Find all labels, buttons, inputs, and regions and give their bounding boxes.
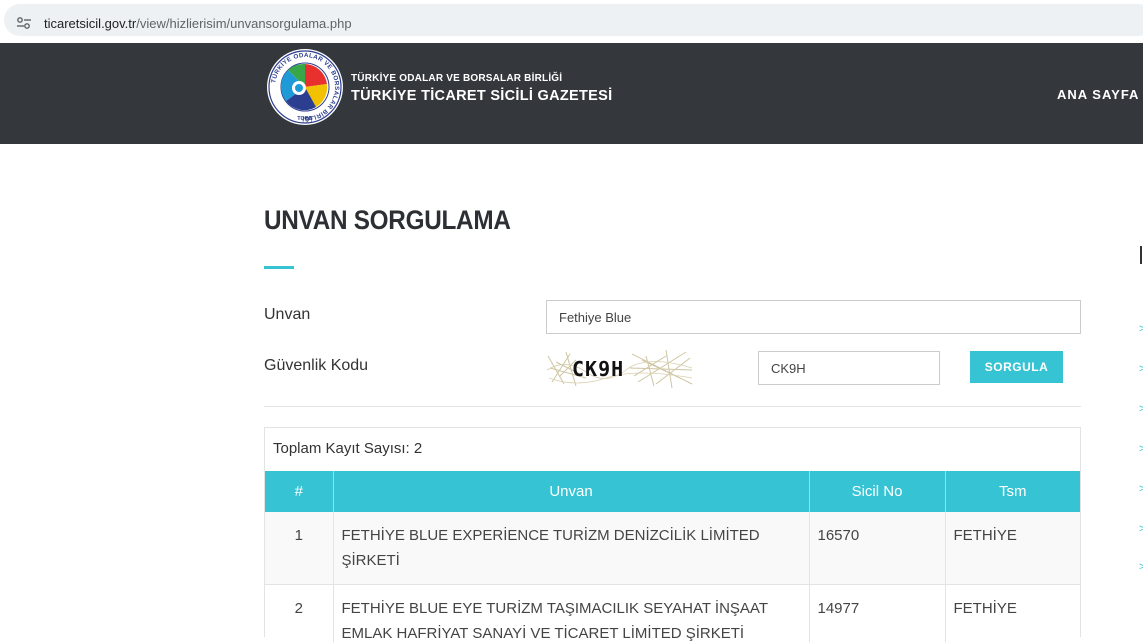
security-code-label: Güvenlik Kodu bbox=[264, 357, 369, 374]
row-number: 1 bbox=[265, 512, 334, 585]
url-field[interactable]: ticaretsicil.gov.tr/view/hizlierisim/unv… bbox=[4, 4, 1143, 36]
total-record-count: Toplam Kayıt Sayısı: 2 bbox=[273, 440, 423, 457]
site-header: TÜRKİYE ODALAR VE BORSALAR BİRLİĞİ TOBB … bbox=[0, 43, 1143, 144]
unvan-input[interactable] bbox=[546, 300, 1081, 334]
chevron-right-icon[interactable]: > bbox=[1139, 524, 1143, 535]
row-number: 2 bbox=[265, 584, 334, 642]
browser-address-bar: ticaretsicil.gov.tr/view/hizlierisim/unv… bbox=[0, 0, 1143, 43]
url-path: /view/hizlierisim/unvansorgulama.php bbox=[136, 16, 352, 31]
chevron-right-icon[interactable]: > bbox=[1139, 562, 1143, 573]
row-tsm: FETHİYE bbox=[945, 512, 1080, 585]
row-unvan: FETHİYE BLUE EXPERİENCE TURİZM DENİZCİLİ… bbox=[333, 512, 810, 585]
form-divider bbox=[264, 406, 1081, 407]
captcha-image: CK9H bbox=[546, 348, 694, 390]
table-row[interactable]: 1 FETHİYE BLUE EXPERİENCE TURİZM DENİZCİ… bbox=[265, 512, 1080, 585]
url-text[interactable]: ticaretsicil.gov.tr/view/hizlierisim/unv… bbox=[44, 16, 352, 32]
chevron-right-icon[interactable]: > bbox=[1139, 324, 1143, 335]
nav-home-link[interactable]: ANA SAYFA bbox=[1057, 87, 1139, 102]
security-code-input[interactable] bbox=[758, 351, 940, 385]
tobb-logo[interactable]: TÜRKİYE ODALAR VE BORSALAR BİRLİĞİ TOBB bbox=[266, 48, 344, 126]
row-tsm: FETHİYE bbox=[945, 584, 1080, 642]
sorgula-button[interactable]: SORGULA bbox=[970, 351, 1063, 383]
site-title[interactable]: TÜRKİYE TİCARET SİCİLİ GAZETESİ bbox=[351, 88, 612, 104]
url-host: ticaretsicil.gov.tr bbox=[44, 16, 137, 31]
column-header-sicil-no[interactable]: Sicil No bbox=[809, 471, 946, 512]
sidebar-edge: > > > > > > > bbox=[1138, 240, 1143, 600]
row-sicil-no: 16570 bbox=[809, 512, 946, 585]
org-name: TÜRKİYE ODALAR VE BORSALAR BİRLİĞİ bbox=[351, 73, 563, 84]
captcha-text: CK9H bbox=[572, 357, 624, 381]
row-unvan: FETHİYE BLUE EYE TURİZM TAŞIMACILIK SEYA… bbox=[333, 584, 810, 642]
chevron-right-icon[interactable]: > bbox=[1139, 484, 1143, 495]
column-header-unvan[interactable]: Unvan bbox=[333, 471, 810, 512]
sidebar-heading-fragment bbox=[1140, 246, 1142, 264]
site-settings-icon[interactable] bbox=[16, 16, 32, 30]
results-table: # Unvan Sicil No Tsm 1 FETHİYE BLUE EXPE… bbox=[265, 471, 1080, 642]
unvan-label: Unvan bbox=[264, 306, 311, 323]
logo-bottom-text: TOBB bbox=[297, 116, 313, 122]
chevron-right-icon[interactable]: > bbox=[1139, 404, 1143, 415]
column-header-no[interactable]: # bbox=[265, 471, 334, 512]
page-title: UNVAN SORGULAMA bbox=[264, 205, 511, 235]
table-row[interactable]: 2 FETHİYE BLUE EYE TURİZM TAŞIMACILIK SE… bbox=[265, 584, 1080, 642]
title-underline bbox=[264, 266, 294, 269]
table-header-row: # Unvan Sicil No Tsm bbox=[265, 471, 1080, 512]
chevron-right-icon[interactable]: > bbox=[1139, 364, 1143, 375]
results-panel: Toplam Kayıt Sayısı: 2 # Unvan Sicil No … bbox=[264, 427, 1081, 642]
chevron-right-icon[interactable]: > bbox=[1139, 444, 1143, 455]
column-header-tsm[interactable]: Tsm bbox=[945, 471, 1080, 512]
row-sicil-no: 14977 bbox=[809, 584, 946, 642]
